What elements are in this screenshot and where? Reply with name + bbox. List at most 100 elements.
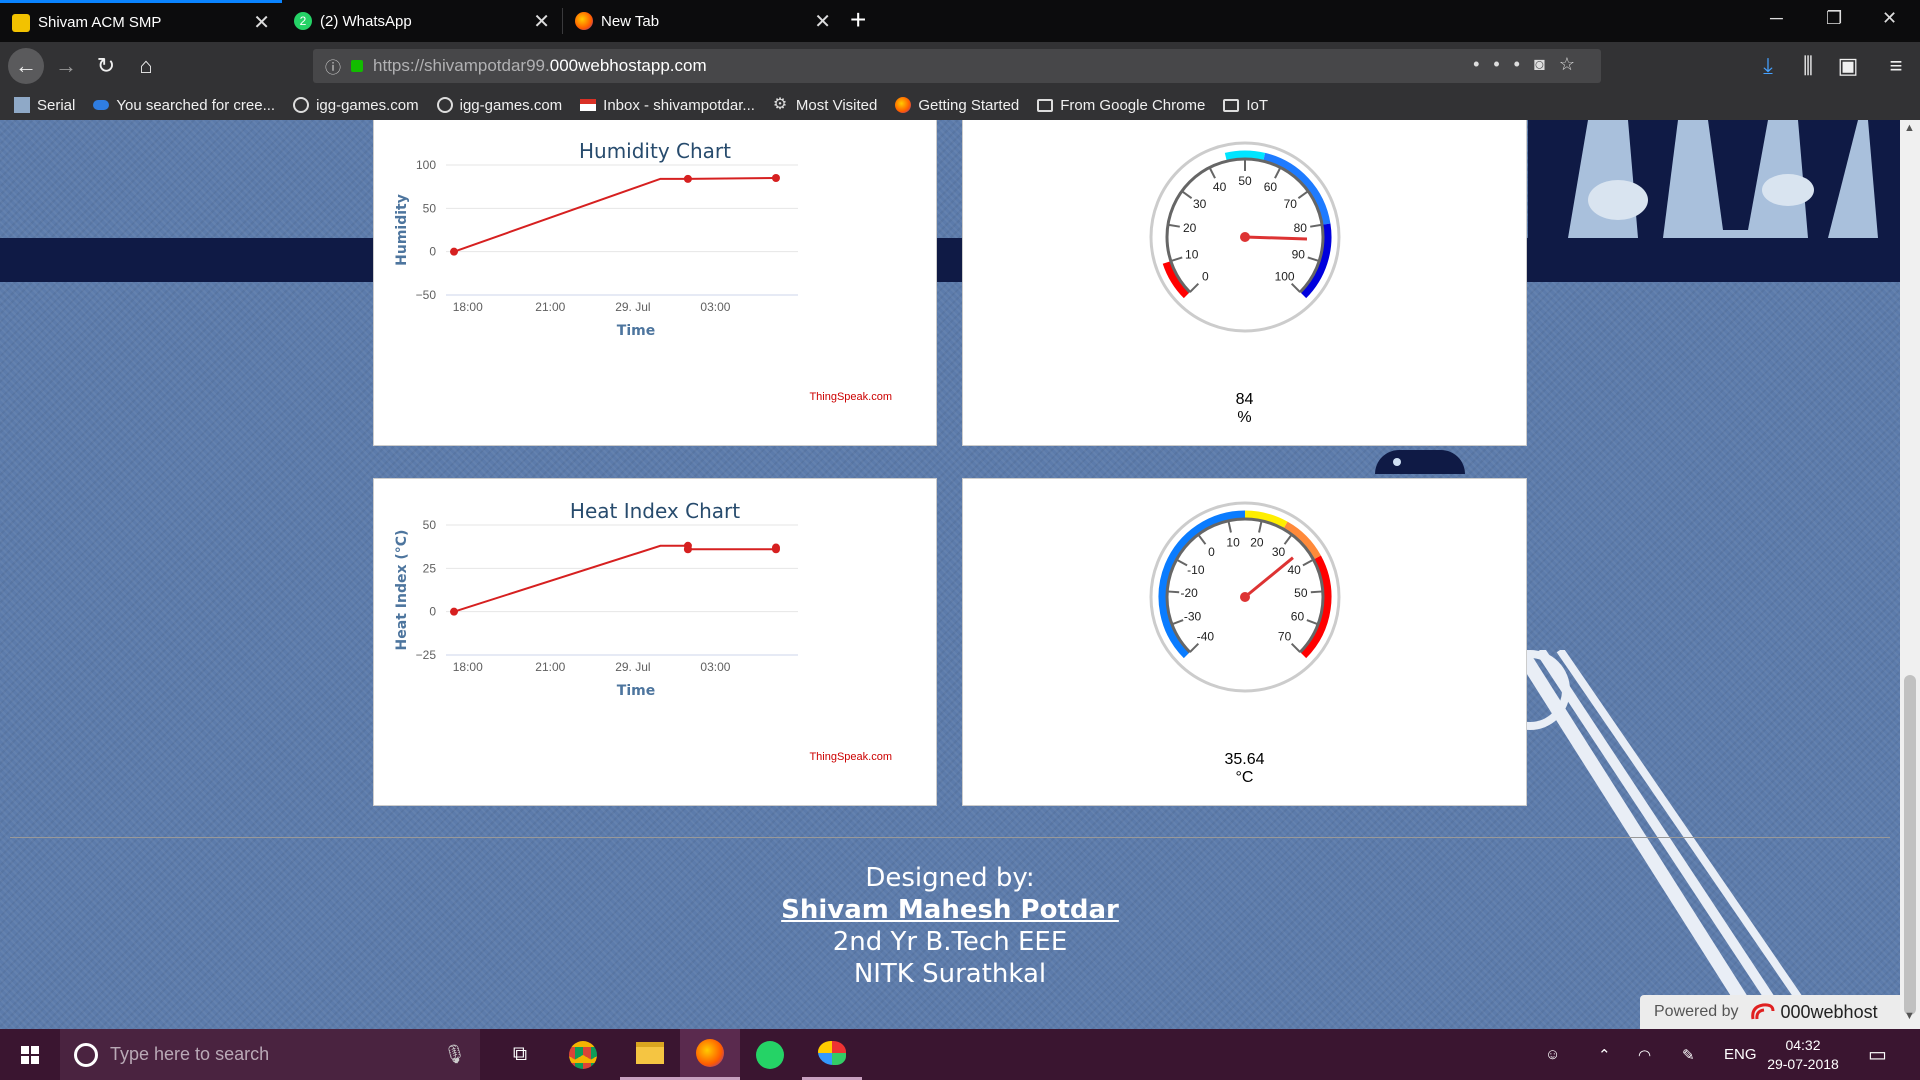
pen-icon[interactable]: ✎ (1682, 1029, 1695, 1080)
gauge-tick-label: 20 (1250, 535, 1264, 549)
close-icon[interactable]: ✕ (253, 10, 270, 35)
clock-date: 29-07-2018 (1767, 1056, 1839, 1072)
folder-icon (1223, 98, 1240, 112)
taskbar-clock[interactable]: 04:32 29-07-2018 (1758, 1036, 1848, 1074)
globe-icon (293, 97, 310, 113)
thingspeak-credit[interactable]: ThingSpeak.com (809, 751, 892, 763)
firefox-favicon-icon (575, 12, 593, 30)
scroll-up-icon[interactable]: ▲ (1904, 122, 1915, 134)
bookmark-from-google-chrome[interactable]: From Google Chrome (1037, 97, 1205, 114)
people-icon[interactable]: ☺ (1545, 1029, 1560, 1080)
download-icon[interactable]: ⤓ (1752, 50, 1784, 82)
wifi-icon[interactable]: ◠ (1638, 1029, 1651, 1080)
more-icon[interactable]: ••• (1473, 54, 1534, 74)
humidity-chart-card: Humidity Chart −50 0 50 100 18:00 21:00 29. Ju… (373, 120, 937, 446)
bookmark-inbox[interactable]: Inbox - shivampotdar... (580, 97, 755, 114)
sidebar-icon[interactable]: ▣ (1832, 50, 1864, 82)
thingspeak-credit[interactable]: ThingSpeak.com (809, 391, 892, 403)
gauge-pivot (1240, 232, 1250, 242)
chrome-icon (569, 1040, 597, 1069)
url-bar[interactable]: ⓘ https://shivampotdar99.000webhostapp.c… (313, 49, 1601, 83)
data-point (683, 174, 692, 183)
x-tick-label: 29. Jul (615, 660, 650, 674)
gauge-value: 84 % (963, 391, 1526, 427)
globe-icon (436, 97, 453, 113)
raven-silhouette (1375, 450, 1465, 474)
gauge-pivot (1240, 592, 1250, 602)
minimize-icon[interactable]: ─ (1770, 8, 1783, 29)
gauge-tick-label: 70 (1278, 630, 1292, 644)
tab-strip: Shivam ACM SMP ✕ 2 (2) WhatsApp ✕ New Ta… (0, 0, 1920, 42)
humidity-gauge-card: 0 10 20 30 40 50 60 70 80 90 100 84 % (962, 120, 1527, 446)
powered-by-badge[interactable]: Powered by 000webhost (1640, 995, 1900, 1029)
search-placeholder: Type here to search (110, 1044, 270, 1064)
taskbar-firefox[interactable] (680, 1029, 740, 1080)
page-actions[interactable]: •••◙☆ (1473, 54, 1589, 75)
designer-name-link[interactable]: Shivam Mahesh Potdar (0, 894, 1900, 926)
star-icon[interactable]: ☆ (1559, 54, 1589, 74)
tab-shivam-acm-smp[interactable]: Shivam ACM SMP ✕ (0, 0, 282, 42)
tab-title: New Tab (601, 12, 660, 30)
gauge-tick-label: 100 (1275, 270, 1295, 284)
library-icon[interactable]: ⫼ (1792, 50, 1824, 82)
restore-icon[interactable]: ❐ (1826, 8, 1842, 29)
scroll-down-icon[interactable]: ▼ (1904, 1010, 1915, 1022)
gmail-icon (580, 99, 597, 111)
task-view-button[interactable]: ⧉ (490, 1029, 550, 1080)
taskbar-paint[interactable] (802, 1029, 862, 1080)
forward-button[interactable]: → (50, 50, 82, 82)
bookmark-iot[interactable]: IoT (1223, 97, 1268, 114)
menu-icon[interactable]: ≡ (1880, 50, 1912, 82)
gauge-tick-label: 10 (1226, 535, 1240, 549)
page-scrollbar[interactable]: ▲ ▼ (1900, 120, 1920, 1029)
y-tick-label: 50 (423, 201, 437, 215)
close-icon[interactable]: ✕ (533, 9, 550, 34)
x-tick-label: 03:00 (700, 300, 730, 314)
tab-new-tab[interactable]: New Tab ✕ (563, 0, 843, 42)
lock-icon[interactable] (351, 60, 364, 72)
bookmark-most-visited[interactable]: ⚙ Most Visited (773, 97, 877, 114)
gauge-tick-label: 20 (1183, 221, 1197, 235)
microphone-icon[interactable]: 🎙 (443, 1044, 466, 1065)
back-button[interactable]: ← (8, 48, 44, 84)
gauge-tick-label: 0 (1202, 270, 1209, 284)
y-tick-label: 0 (429, 605, 436, 619)
info-icon[interactable]: ⓘ (325, 54, 341, 78)
gauge-tick-label: -30 (1184, 610, 1202, 624)
gauge-tick-label: 30 (1272, 545, 1286, 559)
gauge-unit: °C (1235, 769, 1254, 786)
start-button[interactable] (0, 1029, 60, 1080)
scrollbar-thumb[interactable] (1904, 675, 1916, 1015)
language-indicator[interactable]: ENG (1724, 1029, 1757, 1080)
gauge-tick-label: 60 (1264, 180, 1278, 194)
url-text: https://shivampotdar99.000webhostapp.com (373, 56, 707, 75)
footer-divider (10, 837, 1890, 838)
y-tick-label: 0 (429, 245, 436, 259)
series-line (453, 177, 776, 253)
bookmark-igg-games-1[interactable]: igg-games.com (293, 97, 419, 114)
heat-index-chart-card: Heat Index Chart −25 0 25 50 18:00 21:00 29. J… (373, 478, 937, 806)
bookmark-igg-games-2[interactable]: igg-games.com (436, 97, 562, 114)
gear-icon: ⚙ (772, 96, 788, 113)
close-window-icon[interactable]: ✕ (1882, 8, 1897, 29)
tab-whatsapp[interactable]: 2 (2) WhatsApp ✕ (282, 0, 562, 42)
bookmark-searched[interactable]: You searched for cree... (93, 97, 275, 114)
cortana-icon (74, 1042, 98, 1067)
notification-icon[interactable]: ▭ (1868, 1029, 1887, 1080)
data-point (450, 247, 458, 256)
taskbar-chrome[interactable] (553, 1029, 613, 1080)
show-hidden-icons[interactable]: ⌃ (1598, 1029, 1611, 1080)
close-icon[interactable]: ✕ (814, 9, 831, 34)
taskbar-search-box[interactable]: Type here to search 🎙 (60, 1029, 480, 1080)
new-tab-button[interactable]: + (850, 4, 866, 36)
bookmark-serial[interactable]: Serial (14, 97, 75, 114)
taskbar-file-explorer[interactable] (620, 1029, 680, 1080)
home-button[interactable]: ⌂ (130, 50, 162, 82)
gauge-number: 35.64 (1224, 751, 1265, 768)
pocket-icon[interactable]: ◙ (1534, 54, 1559, 74)
tab-title: Shivam ACM SMP (38, 14, 162, 31)
reload-button[interactable]: ↻ (90, 50, 122, 82)
y-axis-title: Humidity (394, 194, 410, 266)
bookmark-getting-started[interactable]: Getting Started (895, 97, 1019, 114)
taskbar-whatsapp[interactable] (740, 1029, 800, 1080)
